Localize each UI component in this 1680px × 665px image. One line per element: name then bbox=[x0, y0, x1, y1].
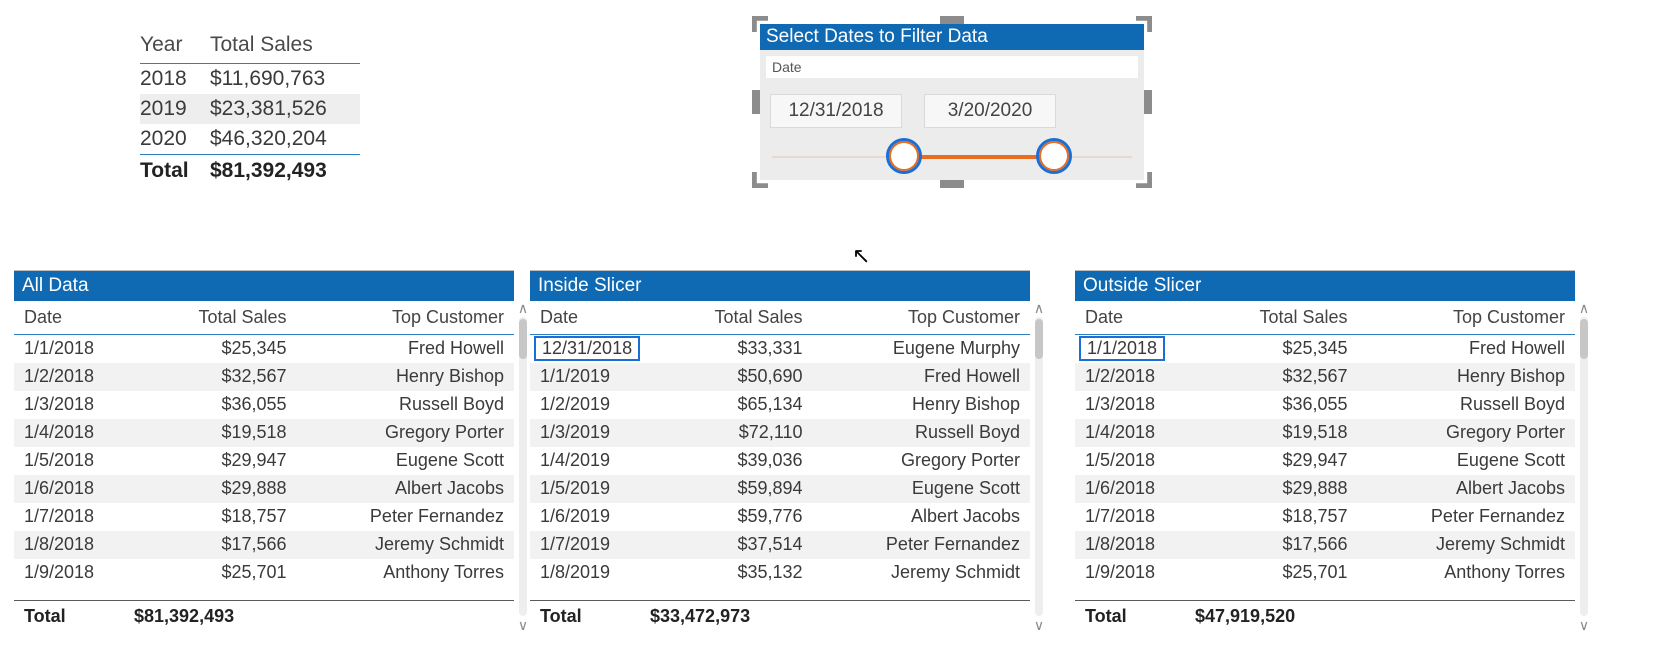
summary-row[interactable]: 2020$46,320,204 bbox=[140, 124, 360, 154]
summary-row[interactable]: 2019$23,381,526 bbox=[140, 94, 360, 124]
table-row[interactable]: 1/3/2018$36,055Russell Boyd bbox=[14, 391, 514, 419]
slicer-range-fill bbox=[902, 155, 1052, 159]
table-row[interactable]: 1/6/2019$59,776Albert Jacobs bbox=[530, 503, 1030, 531]
date-slicer[interactable]: Select Dates to Filter Data Date 12/31/2… bbox=[752, 16, 1152, 188]
table-row[interactable]: 1/1/2019$50,690Fred Howell bbox=[530, 363, 1030, 391]
table-row[interactable]: 1/8/2018$17,566Jeremy Schmidt bbox=[14, 531, 514, 559]
table-row[interactable]: 1/7/2018$18,757Peter Fernandez bbox=[1075, 503, 1575, 531]
col-total-sales[interactable]: Total Sales bbox=[144, 301, 297, 335]
table-body: 1/1/2018$25,345Fred Howell1/2/2018$32,56… bbox=[14, 335, 514, 600]
table-row[interactable]: 1/4/2018$19,518Gregory Porter bbox=[14, 419, 514, 447]
table-row[interactable]: 1/3/2018$36,055Russell Boyd bbox=[1075, 391, 1575, 419]
table-outside-slicer[interactable]: Outside Slicer Date Total Sales Top Cust… bbox=[1075, 270, 1575, 632]
table-row[interactable]: 1/3/2019$72,110Russell Boyd bbox=[530, 419, 1030, 447]
scroll-down-icon[interactable]: ∨ bbox=[1034, 618, 1044, 632]
table-row[interactable]: 1/2/2019$65,134Henry Bishop bbox=[530, 391, 1030, 419]
col-top-customer[interactable]: Top Customer bbox=[1358, 301, 1575, 335]
scrollbar-track[interactable] bbox=[519, 317, 527, 616]
table-row[interactable]: 1/9/2018$25,701Anthony Torres bbox=[1075, 559, 1575, 587]
col-year[interactable]: Year bbox=[140, 33, 210, 57]
table-row[interactable]: 1/5/2018$29,947Eugene Scott bbox=[14, 447, 514, 475]
table-total: Total $47,919,520 bbox=[1075, 600, 1575, 632]
scrollbar[interactable]: ∧ ∨ bbox=[1030, 301, 1048, 632]
year-summary-table[interactable]: Year Total Sales 2018$11,690,763 2019$23… bbox=[140, 33, 360, 187]
scrollbar-track[interactable] bbox=[1580, 317, 1588, 616]
table-all-data[interactable]: All Data Date Total Sales Top Customer 1… bbox=[14, 270, 514, 632]
slicer-end-date[interactable]: 3/20/2020 bbox=[924, 94, 1056, 128]
slicer-start-date[interactable]: 12/31/2018 bbox=[770, 94, 902, 128]
table-row[interactable]: 1/8/2018$17,566Jeremy Schmidt bbox=[1075, 531, 1575, 559]
panel-title: Outside Slicer bbox=[1075, 271, 1575, 301]
scroll-down-icon[interactable]: ∨ bbox=[518, 618, 528, 632]
panel-title: All Data bbox=[14, 271, 514, 301]
slicer-handle-start[interactable] bbox=[889, 141, 919, 171]
table-row[interactable]: 1/4/2018$19,518Gregory Porter bbox=[1075, 419, 1575, 447]
slicer-track[interactable] bbox=[772, 156, 1132, 158]
resize-handle-n[interactable] bbox=[940, 16, 964, 24]
summary-row[interactable]: 2018$11,690,763 bbox=[140, 64, 360, 94]
slicer-field-label[interactable]: Date bbox=[766, 56, 1138, 78]
scrollbar[interactable]: ∧ ∨ bbox=[1575, 301, 1593, 632]
table-row[interactable]: 1/1/2018$25,345Fred Howell bbox=[14, 335, 514, 363]
resize-handle-e[interactable] bbox=[1144, 90, 1152, 114]
col-date[interactable]: Date bbox=[14, 301, 144, 335]
table-row[interactable]: 1/9/2018$25,701Anthony Torres bbox=[14, 559, 514, 587]
scroll-up-icon[interactable]: ∧ bbox=[1579, 301, 1589, 315]
summary-total: Total $81,392,493 bbox=[140, 155, 360, 187]
table-row[interactable]: 1/7/2019$37,514Peter Fernandez bbox=[530, 531, 1030, 559]
table-row[interactable]: 1/6/2018$29,888Albert Jacobs bbox=[1075, 475, 1575, 503]
slicer-handle-end[interactable] bbox=[1039, 141, 1069, 171]
col-top-customer[interactable]: Top Customer bbox=[297, 301, 514, 335]
resize-handle-s[interactable] bbox=[940, 180, 964, 188]
table-total: Total $81,392,493 bbox=[14, 600, 514, 632]
col-date[interactable]: Date bbox=[530, 301, 660, 335]
panel-title: Inside Slicer bbox=[530, 271, 1030, 301]
col-total-sales[interactable]: Total Sales bbox=[1205, 301, 1358, 335]
scroll-up-icon[interactable]: ∧ bbox=[518, 301, 528, 315]
slicer-title: Select Dates to Filter Data bbox=[760, 24, 1144, 50]
table-row[interactable]: 12/31/2018$33,331Eugene Murphy bbox=[530, 335, 1030, 363]
table-row[interactable]: 1/2/2018$32,567Henry Bishop bbox=[1075, 363, 1575, 391]
table-row[interactable]: 1/5/2018$29,947Eugene Scott bbox=[1075, 447, 1575, 475]
table-row[interactable]: 1/6/2018$29,888Albert Jacobs bbox=[14, 475, 514, 503]
scrollbar-track[interactable] bbox=[1035, 317, 1043, 616]
table-inside-slicer[interactable]: Inside Slicer Date Total Sales Top Custo… bbox=[530, 270, 1030, 632]
scroll-up-icon[interactable]: ∧ bbox=[1034, 301, 1044, 315]
table-body: 1/1/2018$25,345Fred Howell1/2/2018$32,56… bbox=[1075, 335, 1575, 600]
cursor-icon: ↖ bbox=[852, 243, 870, 269]
table-row[interactable]: 1/5/2019$59,894Eugene Scott bbox=[530, 475, 1030, 503]
table-total: Total $33,472,973 bbox=[530, 600, 1030, 632]
table-body: 12/31/2018$33,331Eugene Murphy1/1/2019$5… bbox=[530, 335, 1030, 600]
col-top-customer[interactable]: Top Customer bbox=[813, 301, 1030, 335]
resize-handle-w[interactable] bbox=[752, 90, 760, 114]
table-row[interactable]: 1/8/2019$35,132Jeremy Schmidt bbox=[530, 559, 1030, 587]
col-date[interactable]: Date bbox=[1075, 301, 1205, 335]
col-total-sales[interactable]: Total Sales bbox=[210, 33, 360, 57]
table-row[interactable]: 1/4/2019$39,036Gregory Porter bbox=[530, 447, 1030, 475]
table-row[interactable]: 1/1/2018$25,345Fred Howell bbox=[1075, 335, 1575, 363]
col-total-sales[interactable]: Total Sales bbox=[660, 301, 813, 335]
scroll-down-icon[interactable]: ∨ bbox=[1579, 618, 1589, 632]
table-row[interactable]: 1/7/2018$18,757Peter Fernandez bbox=[14, 503, 514, 531]
table-row[interactable]: 1/2/2018$32,567Henry Bishop bbox=[14, 363, 514, 391]
